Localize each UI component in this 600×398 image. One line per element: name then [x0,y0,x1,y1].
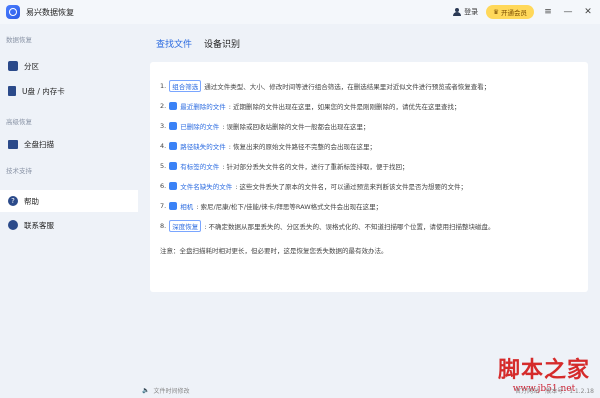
row-text: : 索尼/尼康/松下/佳能/徕卡/拜思等RAW格式文件会出现在这里； [196,203,383,211]
row-tag: 已删除的文件 [180,123,220,131]
row-text: : 近期删除的文件出现在这里，如果您的文件是刚刚删除的，请优先在这里查找； [228,103,461,111]
official-site-link[interactable]: 官方网站 [515,386,539,395]
help-row: 7. 相机 : 索尼/尼康/松下/佳能/徕卡/拜思等RAW格式文件会出现在这里； [160,196,578,216]
row-tag: 相机 [180,203,194,211]
file-time-edit-label: 文件时间修改 [153,388,190,395]
sidebar-item-label: 联系客服 [24,220,54,230]
row-number: 3. [160,122,167,130]
unnamed-file-icon [169,182,178,190]
footer-right: 官方网站 版本号：1.1.2.18 [515,386,594,395]
sidebar-item-usb[interactable]: U盘 / 内存卡 [0,80,138,102]
sidebar-item-label: 分区 [24,61,39,71]
sidebar-item-label: 全盘扫描 [24,139,54,149]
watermark-title: 脚本之家 [497,357,590,383]
usb-icon [8,86,16,96]
missing-path-icon [169,142,178,150]
help-row: 5. 有标签的文件 : 针对部分丢失文件名的文件，进行了重新标签排取，便于找回； [160,156,578,176]
minimize-icon[interactable]: — [562,6,574,18]
tab-bar: 查找文件 设备识别 [150,28,592,58]
tab-find-files[interactable]: 查找文件 [156,37,192,50]
version-label: 版本号：1.1.2.18 [545,388,594,395]
sidebar: 数据恢复 分区 U盘 / 内存卡 高级恢复 全盘扫描 技术支持 ? 帮助 联系客… [0,24,138,398]
vip-label: 开通会员 [501,9,527,17]
row-number: 4. [160,142,167,150]
row-number: 5. [160,162,167,170]
row-text: 通过文件类型、大小、修改时间等进行组合筛选，在删选结果里对近似文件进行预览或者恢… [204,83,491,91]
sidebar-item-support[interactable]: 联系客服 [0,214,138,236]
app-logo-icon [6,5,20,19]
app-title: 易兴数据恢复 [26,7,74,17]
sidebar-item-help[interactable]: ? 帮助 [0,190,138,212]
row-number: 8. [160,222,167,230]
row-tag: 组合筛选 [169,80,202,92]
hard-drive-icon [8,139,18,149]
row-number: 6. [160,182,167,190]
help-row: 3. 已删除的文件 : 误删除或回收站删除的文件一般都会出现在这里； [160,116,578,136]
help-row: 8. 深度恢复 : 不确定数据从那里丢失的、分区丢失的、误格式化的、不知道扫描哪… [160,216,578,236]
crown-icon: ♛ [493,8,499,16]
help-card: 1. 组合筛选 通过文件类型、大小、修改时间等进行组合筛选，在删选结果里对近似文… [150,62,588,292]
deleted-file-icon [169,122,178,130]
disk-icon [8,61,18,71]
row-text: : 针对部分丢失文件名的文件，进行了重新标签排取，便于找回； [222,163,409,171]
sidebar-section-label: 高级恢复 [6,118,32,126]
tag-icon [169,162,178,170]
help-row: 6. 文件名缺失的文件 : 这些文件丢失了原本的文件名，可以通过预览来判断该文件… [160,176,578,196]
login-label: 登录 [464,8,479,16]
row-tag: 深度恢复 [169,220,202,232]
sidebar-section-label: 数据恢复 [6,36,32,44]
row-tag: 路径缺失的文件 [180,143,226,151]
tab-device-detect[interactable]: 设备识别 [204,37,240,50]
title-bar: 易兴数据恢复 登录 ♛ 开通会员 ≡ — ✕ [0,0,600,24]
row-text: : 恢复出来的原始文件路径不完整的会出现在这里； [228,143,376,151]
camera-icon [169,202,178,210]
row-tag: 有标签的文件 [180,163,220,171]
help-note: 注意：全盘扫描耗时相对更长，但必要时，这是恢复您丢失数据的最有效办法。 [160,247,388,255]
row-number: 2. [160,102,167,110]
speaker-icon: 🔈 [142,387,150,394]
close-icon[interactable]: ✕ [582,6,594,18]
login-button[interactable]: 登录 [453,7,478,17]
help-row: 2. 最近删除的文件 : 近期删除的文件出现在这里，如果您的文件是刚刚删除的，请… [160,96,578,116]
row-text: : 这些文件丢失了原本的文件名，可以通过预览来判断该文件是否为想要的文件； [235,183,467,191]
main-panel: 查找文件 设备识别 1. 组合筛选 通过文件类型、大小、修改时间等进行组合筛选，… [150,28,592,384]
row-text: : 误删除或回收站删除的文件一般都会出现在这里； [222,123,370,131]
row-text: : 不确定数据从那里丢失的、分区丢失的、误格式化的、不知道扫描哪个位置，请使用扫… [204,223,495,231]
sidebar-item-label: 帮助 [24,196,39,206]
help-row: 1. 组合筛选 通过文件类型、大小、修改时间等进行组合筛选，在删选结果里对近似文… [160,76,578,96]
row-number: 7. [160,202,167,210]
help-icon: ? [8,196,18,206]
menu-icon[interactable]: ≡ [542,6,554,18]
customer-service-icon [8,220,18,230]
sidebar-item-partition[interactable]: 分区 [0,55,138,77]
sidebar-section-label: 技术支持 [6,167,32,175]
vip-button[interactable]: ♛ 开通会员 [486,5,534,19]
user-icon [453,8,462,16]
file-time-edit-link[interactable]: 🔈 文件时间修改 [142,386,190,395]
sidebar-item-full-scan[interactable]: 全盘扫描 [0,133,138,155]
help-row: 4. 路径缺失的文件 : 恢复出来的原始文件路径不完整的会出现在这里； [160,136,578,156]
sidebar-item-label: U盘 / 内存卡 [22,86,65,96]
row-tag: 文件名缺失的文件 [180,183,233,191]
row-tag: 最近删除的文件 [180,103,226,111]
row-number: 1. [160,82,167,90]
recent-file-icon [169,102,178,110]
